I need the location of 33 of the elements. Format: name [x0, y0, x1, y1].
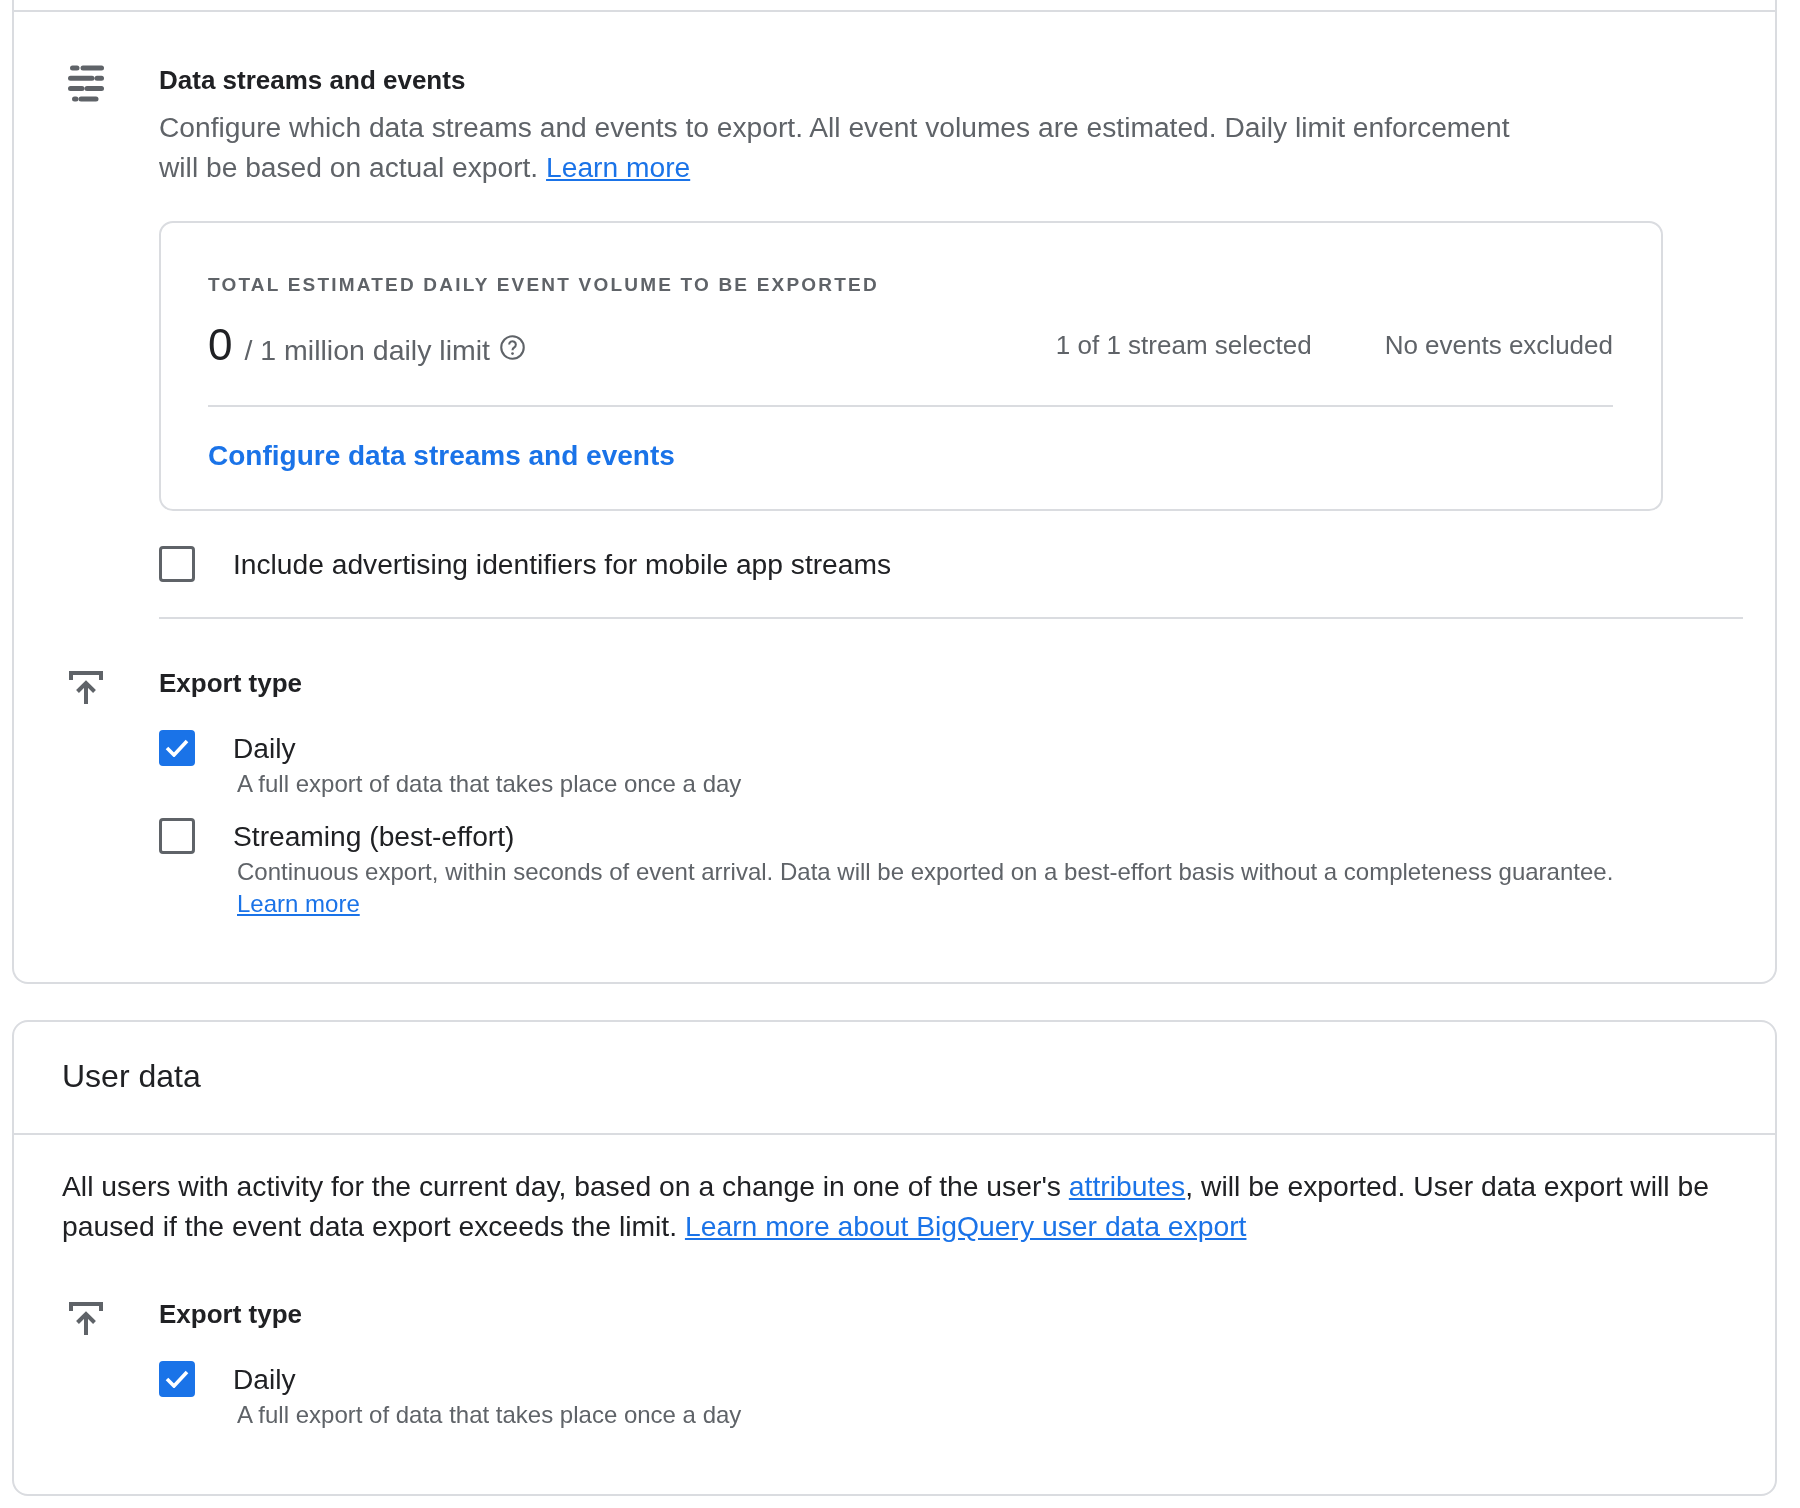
event-volume-count: 0	[208, 320, 233, 370]
section-title: Export type	[159, 1298, 304, 1331]
upload-icon	[69, 1302, 103, 1335]
section-title: Data streams and events	[159, 64, 467, 97]
checkbox[interactable]	[159, 818, 195, 854]
option-description: A full export of data that takes place once a day	[236, 1400, 743, 1430]
configure-link[interactable]: Configure data streams and events	[208, 439, 675, 473]
checkbox-label: Include advertising identifiers for mobile app streams	[233, 547, 893, 582]
events-excluded-text: No events excluded	[1384, 329, 1613, 361]
help-icon[interactable]	[499, 334, 525, 360]
option-label: Daily	[233, 731, 297, 766]
checkbox[interactable]	[159, 1361, 195, 1397]
user-data-description: All users with activity for the current day, based on a change in one of the user's attributes, will be exported. User data export will be paused if the event data export exceeds the limit. Learn more about BigQuery user data export	[62, 1169, 1710, 1244]
stream-count-text: 1 of 1 stream selected	[1055, 329, 1312, 361]
summary-heading: TOTAL ESTIMATED DAILY EVENT VOLUME TO BE EXPORTED	[208, 273, 880, 297]
daily-limit-text: / 1 million daily limit	[244, 334, 490, 367]
checkbox[interactable]	[159, 730, 195, 766]
section-title: Export type	[159, 667, 304, 700]
section-description: Configure which data streams and events to export. All event volumes are estimated. Daily limit enforcement will be based on actual export. Learn more	[159, 110, 1511, 185]
learn-more-link[interactable]: Learn more	[546, 151, 691, 183]
option-label: Streaming (best-effort)	[233, 819, 516, 854]
option-description: Continuous export, within seconds of event arrival. Data will be exported on a best-effort basis without a completeness guarantee. Learn more	[236, 857, 1615, 919]
learn-more-link[interactable]: Learn more about BigQuery user data export	[684, 1210, 1247, 1242]
checkbox[interactable]	[159, 546, 195, 582]
check-icon	[165, 1370, 189, 1388]
option-description: A full export of data that takes place once a day	[236, 769, 743, 799]
upload-icon	[69, 671, 103, 704]
learn-more-link[interactable]: Learn more	[237, 890, 360, 917]
card-title: User data	[62, 1057, 202, 1096]
dashed-lines-icon	[68, 65, 104, 102]
option-label: Daily	[233, 1362, 297, 1397]
check-icon	[165, 739, 189, 757]
attributes-link[interactable]: attributes	[1068, 1170, 1186, 1202]
